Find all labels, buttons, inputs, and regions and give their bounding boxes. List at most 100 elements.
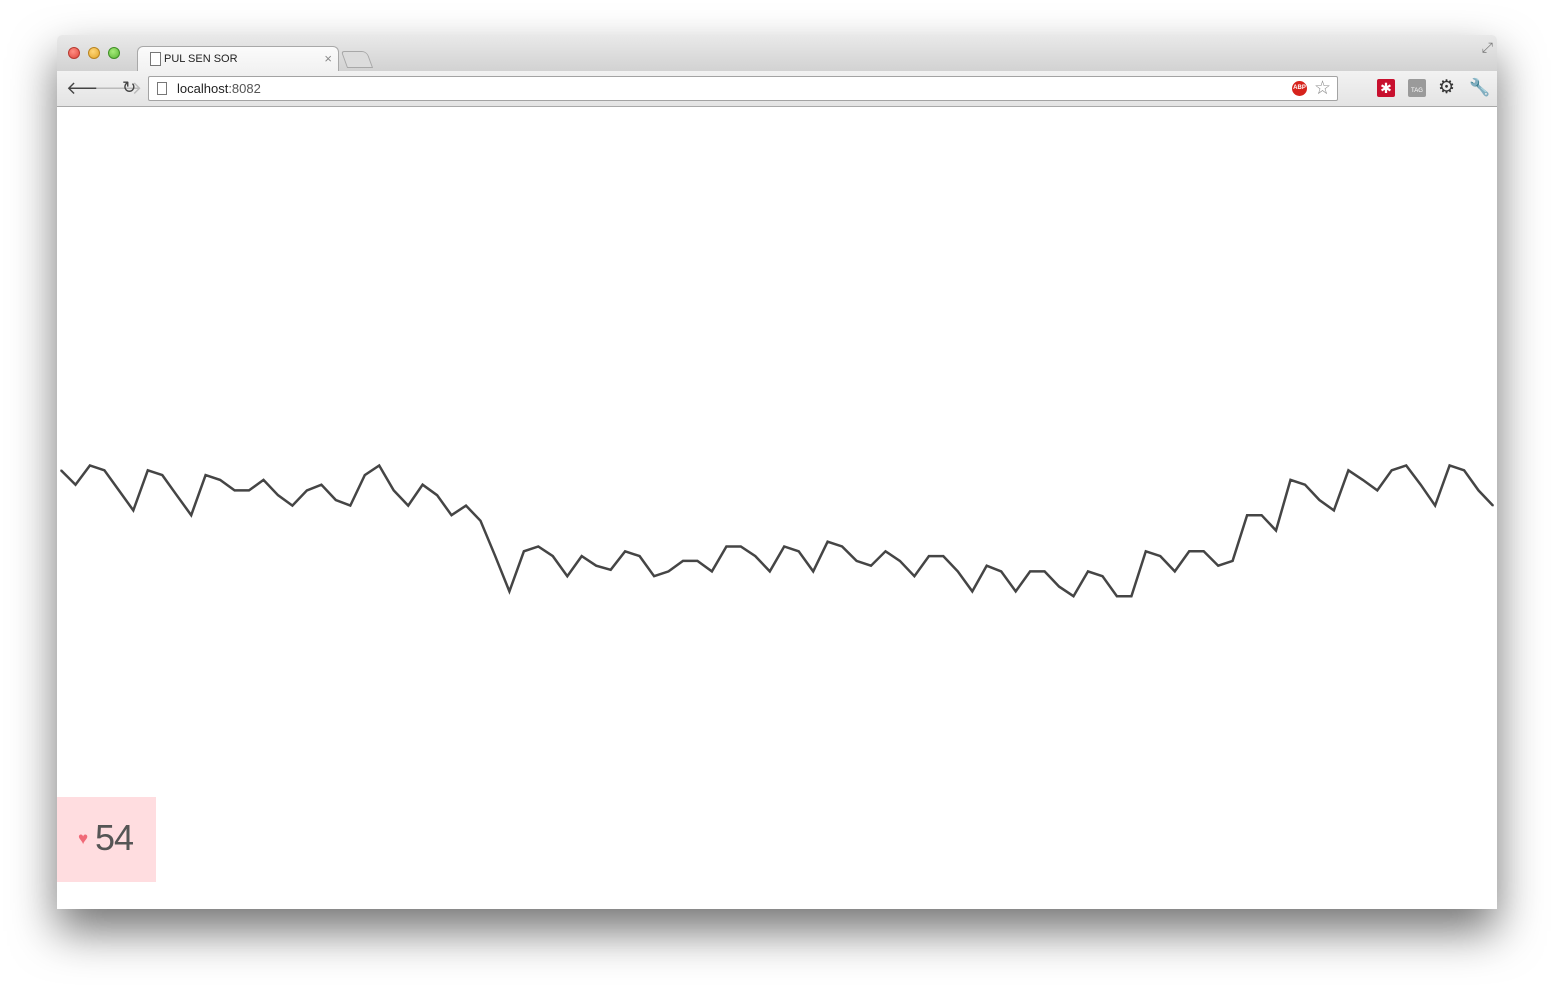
pulse-point	[291, 504, 294, 507]
pulse-point	[899, 560, 901, 562]
bookmark-star-icon[interactable]: ☆	[1314, 77, 1331, 100]
pulse-point	[1477, 489, 1480, 492]
tab-title: PUL SEN SOR	[164, 53, 238, 65]
lastpass-icon[interactable]: ✱	[1377, 79, 1395, 97]
pulse-point	[595, 564, 597, 567]
tab-close-icon[interactable]: ×	[324, 51, 332, 66]
pulse-chart	[60, 463, 1494, 598]
pulse-point	[421, 483, 424, 486]
pulse-point	[1448, 464, 1451, 467]
settings-gear-icon[interactable]: ⚙	[1438, 78, 1456, 97]
heart-rate-badge: ♥ 54	[57, 797, 156, 882]
pulse-point	[768, 570, 771, 573]
pulse-point	[1390, 469, 1393, 472]
pulse-point	[1289, 479, 1292, 481]
pulse-point	[494, 554, 496, 557]
close-window-button[interactable]	[68, 47, 80, 59]
pulse-point	[797, 550, 800, 553]
pulse-point	[1492, 504, 1494, 507]
pulse-point	[566, 575, 569, 577]
pulse-point	[696, 560, 699, 562]
page-icon	[157, 82, 167, 95]
pulse-point	[855, 560, 858, 562]
pulse-point	[465, 504, 467, 507]
pulse-point	[1188, 550, 1191, 553]
pulse-point	[190, 514, 192, 517]
pulse-point	[523, 550, 525, 553]
pulse-point	[1159, 555, 1162, 557]
pulse-point	[103, 469, 106, 472]
pulse-point	[363, 474, 366, 476]
address-bar[interactable]: localhost:8082 ABP ☆	[148, 76, 1338, 101]
url-text[interactable]: localhost:8082	[177, 81, 261, 96]
pulse-point	[1362, 479, 1364, 481]
zoom-window-button[interactable]	[108, 47, 120, 59]
pulse-point	[913, 575, 916, 577]
pulse-point	[1419, 483, 1422, 486]
fullscreen-icon[interactable]: ⤢	[1482, 39, 1493, 56]
new-tab-button[interactable]	[340, 51, 374, 68]
pulse-point	[957, 570, 959, 573]
pulse-point	[1116, 595, 1118, 598]
pulse-point	[870, 564, 872, 567]
pulse-point	[1130, 595, 1133, 598]
pulse-point	[1318, 499, 1321, 501]
bpm-value: 54	[95, 817, 134, 858]
pulse-point	[1347, 469, 1350, 472]
browser-tab[interactable]: PUL SEN SOR ×	[137, 46, 339, 73]
url-host: localhost	[177, 81, 229, 96]
pulse-point	[682, 560, 684, 562]
tag-extension-icon[interactable]: TAG	[1408, 79, 1426, 97]
pulse-point	[508, 590, 511, 593]
pulse-point	[146, 469, 149, 472]
pulse-point	[1463, 469, 1465, 472]
page-icon	[150, 52, 161, 66]
pulse-point	[60, 469, 62, 472]
minimize-window-button[interactable]	[88, 47, 100, 59]
pulse-point	[1275, 529, 1277, 532]
pulse-point	[233, 489, 236, 492]
pulse-point	[479, 520, 482, 522]
pulse-point	[1434, 504, 1436, 507]
pulse-point	[161, 474, 164, 476]
pulse-point	[219, 479, 221, 481]
pulse-point	[971, 590, 974, 593]
pulse-point	[653, 575, 655, 577]
pulse-point	[740, 545, 742, 548]
pulse-point	[783, 545, 786, 548]
pulse-point	[624, 550, 626, 553]
pulse-point	[711, 570, 713, 573]
pulse-point	[1260, 514, 1263, 517]
pulse-point	[812, 570, 814, 573]
pulse-point	[580, 555, 583, 557]
pulse-point	[407, 504, 409, 507]
heart-icon: ♥	[78, 829, 89, 848]
pulse-point	[1000, 570, 1003, 573]
pulse-point	[725, 545, 728, 548]
pulse-point	[74, 483, 77, 486]
pulse-point	[450, 514, 453, 517]
pulse-point	[1246, 514, 1248, 517]
pulse-point	[204, 474, 207, 476]
wrench-extension-icon[interactable]: 🔧	[1469, 79, 1490, 97]
title-bar: PUL SEN SOR × ⤢	[57, 35, 1497, 73]
adblock-icon[interactable]: ABP	[1292, 81, 1307, 96]
pulse-point	[118, 489, 120, 492]
pulse-point	[826, 540, 829, 543]
pulse-point	[1058, 585, 1060, 588]
pulse-point	[1014, 590, 1017, 593]
pulse-point	[1145, 550, 1147, 553]
pulse-point	[1217, 564, 1219, 567]
browser-window: PUL SEN SOR × ⤢ 🡐 🡒 ↻ localhost:8082 ABP…	[57, 35, 1497, 909]
pulse-point	[277, 494, 279, 496]
pulse-point	[754, 555, 757, 557]
pulse-point	[1029, 570, 1031, 573]
pulse-point	[841, 545, 843, 548]
reload-icon[interactable]: ↻	[122, 78, 136, 98]
pulse-point	[1231, 560, 1234, 562]
pulse-point	[928, 555, 930, 557]
pulse-point	[667, 570, 670, 573]
pulse-point	[335, 499, 337, 501]
pulse-point	[609, 568, 612, 571]
url-port: :8082	[228, 81, 261, 96]
